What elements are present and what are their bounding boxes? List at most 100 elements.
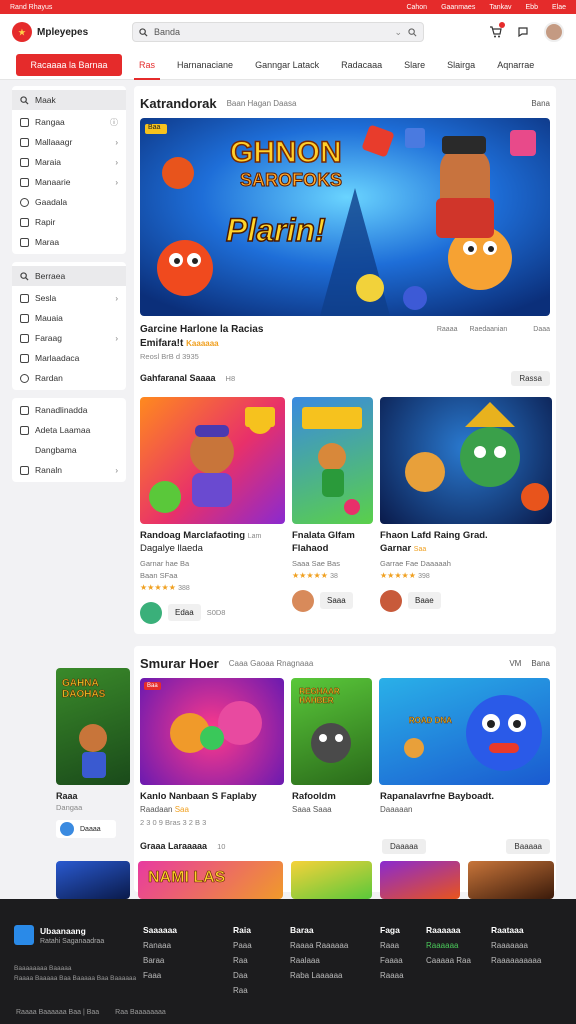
featured-game-line2: Emifara!t [140, 338, 184, 349]
search-bar[interactable]: Banda ⌄ [132, 22, 424, 42]
game-thumbnail[interactable] [468, 861, 554, 899]
tab-category[interactable]: Ganngar Latack [244, 50, 330, 80]
subsection-more-button[interactable]: Daaaaa [381, 838, 426, 854]
footer-link[interactable]: Baraa [143, 956, 177, 965]
author-name[interactable]: Baae [408, 592, 441, 610]
author-name[interactable]: Daaaa [80, 826, 101, 833]
top-bar-link[interactable]: Elae [552, 4, 566, 11]
game-title[interactable]: Rapanalavrfne Bayboadt. [380, 791, 494, 802]
game-thumbnail[interactable]: REGHAAR HAHBER [291, 678, 372, 785]
featured-meta: Raedaanian [469, 326, 508, 333]
game-title[interactable]: Kanlo Nanbaan S Faplaby [140, 791, 292, 802]
sidebar-item[interactable]: Maraa [12, 232, 126, 252]
user-avatar[interactable] [544, 22, 564, 42]
sidebar-item-label: Maraa [35, 237, 60, 247]
footer-link[interactable]: Raaaa [380, 971, 404, 980]
tab-category[interactable]: Aqnarrae [486, 50, 545, 80]
footer-link[interactable]: Raaaaaaa [491, 941, 541, 950]
hero-banner[interactable]: Baa GHNON SAROFOKS Plarin! [140, 118, 550, 316]
search-submit-icon[interactable] [408, 27, 417, 37]
sidebar-item[interactable]: Maraia › [12, 152, 126, 172]
footer: Ubaanaang Ratahi Saganaadraa Baaaaaaaa B… [0, 899, 576, 1024]
footer-link[interactable]: Caaaaa Raa [426, 956, 471, 965]
game-thumbnail[interactable]: NAMI LAS [138, 861, 283, 899]
footer-link[interactable]: Raaaa Raaaaaa [290, 941, 348, 950]
top-bar-left[interactable]: Rand Rhayus [10, 4, 52, 11]
brand-logo[interactable]: ★ Mpleyepes [12, 22, 122, 42]
game-thumbnail[interactable] [380, 861, 460, 899]
author-name[interactable]: Edaa [168, 604, 201, 622]
game-card[interactable]: Randoag Marclafaoting Lam Dagalye llaeda… [140, 397, 285, 624]
footer-link[interactable]: Paaa [233, 941, 252, 950]
top-bar-link[interactable]: Cahon [406, 4, 427, 11]
footer-link[interactable]: Raaa [380, 941, 404, 950]
footer-link[interactable]: Raaaaaaaaaa [491, 956, 541, 965]
tab-home[interactable]: Ras [128, 50, 166, 80]
footer-col: Raaaaaa Raaaaaa Caaaaa Raa [426, 925, 471, 971]
game-thumbnail[interactable]: ROAD DNA [378, 678, 550, 785]
footer-link[interactable]: Raa [233, 986, 252, 995]
tab-category[interactable]: Slare [393, 50, 436, 80]
game-thumbnail[interactable] [56, 861, 130, 899]
sidebar-item[interactable]: Mallaaagr › [12, 132, 126, 152]
sidebar-item[interactable]: Adeta Laamaa [12, 420, 126, 440]
sidebar-search[interactable]: Maak [12, 90, 126, 110]
game-title[interactable]: Rafooldm [292, 791, 380, 802]
featured-game-title[interactable]: Garcine Harlone la Racias [140, 324, 263, 335]
cart-icon[interactable] [488, 22, 505, 39]
sidebar-item[interactable]: Rardan [12, 368, 126, 388]
featured-section: Katrandorak Baan Hagan Daasa Bana Baa GH… [134, 86, 556, 634]
game-card[interactable]: Fnalata Glfam Flahaod Saaa Sae Bas ★★★★★… [292, 397, 373, 624]
search-input[interactable]: Banda [154, 27, 180, 37]
footer-link[interactable]: Raba Laaaaaa [290, 971, 348, 980]
sidebar-item[interactable]: Rangaa ⓘ [12, 112, 126, 132]
chat-icon[interactable] [516, 25, 530, 39]
top-bar-link[interactable]: Ebb [526, 4, 538, 11]
game-card[interactable]: Fhaon Lafd Raing Grad. Garnar Saa Garrae… [380, 397, 552, 624]
game-thumbnail[interactable] [291, 861, 372, 899]
side-game-card[interactable]: GAHNA DAOHAS Raaa Dangaa Daaaa [56, 668, 130, 838]
section-more-link[interactable]: Bana [531, 99, 550, 108]
footer-link[interactable]: Daa [233, 971, 252, 980]
sidebar-item[interactable]: Rapir [12, 212, 126, 232]
sidebar-item[interactable]: Manaarie › [12, 172, 126, 192]
hero-badge: Baa [148, 124, 161, 131]
game-thumbnail[interactable]: Baa [140, 678, 285, 785]
sidebar-item[interactable]: Faraag › [12, 328, 126, 348]
tab-category[interactable]: Harnanaciane [166, 50, 244, 80]
tab-category[interactable]: Radacaaa [330, 50, 393, 80]
footer-link[interactable]: Raa [233, 956, 252, 965]
people-icon [20, 313, 29, 323]
subsection-more-button-2[interactable]: Baaaaa [506, 838, 550, 854]
side-game-title: Raaa [56, 791, 78, 801]
footer-link[interactable]: Faaa [143, 971, 177, 980]
author-name[interactable]: Saaa [320, 592, 353, 610]
section-2: Smurar Hoer Caaa Gaoaa Rnagnaaa VM Bana … [134, 646, 556, 892]
footer-link[interactable]: Faaaa [380, 956, 404, 965]
sidebar-item[interactable]: Ranaln › [12, 460, 126, 480]
top-bar-link[interactable]: Tankav [489, 4, 511, 11]
sidebar-item[interactable]: Gaadala [12, 192, 126, 212]
sidebar-item[interactable]: Sesla › [12, 288, 126, 308]
author-avatar[interactable] [380, 589, 402, 612]
game-subtitle: Flahaod [292, 543, 329, 555]
sidebar-section-head[interactable]: Berraea [12, 266, 126, 286]
tab-category[interactable]: Slairga [436, 50, 486, 80]
search-dropdown-icon[interactable]: ⌄ [394, 27, 402, 38]
author-avatar[interactable] [60, 822, 74, 836]
sidebar-item[interactable]: Ranadlinadda [12, 400, 126, 420]
sidebar-item[interactable]: Marlaadaca [12, 348, 126, 368]
sidebar-item[interactable]: Dangbama [12, 440, 126, 460]
popular-more-button[interactable]: Rassa [511, 370, 550, 386]
footer-link[interactable]: Raalaaa [290, 956, 348, 965]
author-avatar[interactable] [292, 589, 314, 612]
top-bar-link[interactable]: Gaanmaes [441, 4, 475, 11]
footer-link[interactable]: Raaaaaa [426, 941, 471, 950]
sidebar-item[interactable]: Mauaia [12, 308, 126, 328]
footer-logo-icon[interactable] [14, 925, 34, 945]
section-more-link[interactable]: Bana [531, 659, 550, 668]
primary-cta-button[interactable]: Racaaaa la Barnaa [16, 53, 122, 76]
footer-brand: Ubaanaang [40, 925, 86, 936]
footer-link[interactable]: Ranaaa [143, 941, 177, 950]
author-avatar[interactable] [140, 601, 162, 624]
